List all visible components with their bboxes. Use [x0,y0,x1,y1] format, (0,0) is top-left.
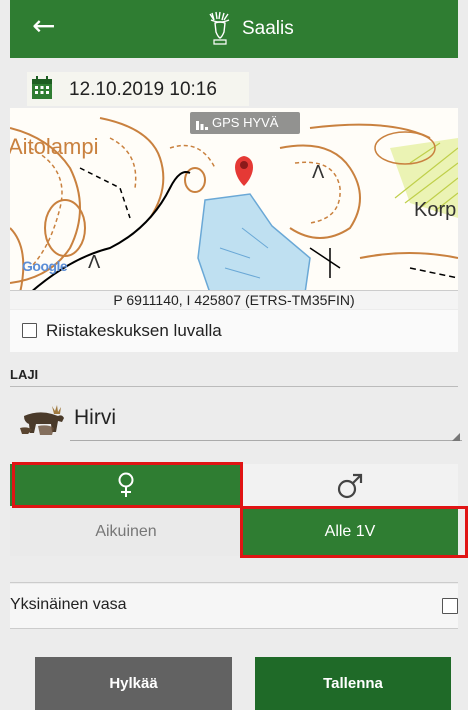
svg-text:Λ: Λ [88,252,101,273]
gender-male-button[interactable] [242,464,458,506]
male-symbol-icon [337,473,363,499]
coordinates-bar: P 6911140, I 425807 (ETRS-TM35FIN) [10,290,458,309]
species-underline [70,440,462,441]
map-place-label: Aitolampi [10,134,98,159]
signal-bars-icon [196,121,208,130]
svg-text:Λ: Λ [312,162,325,183]
app-header: ← Saalis [10,0,458,58]
save-button[interactable]: Tallenna [255,657,451,710]
solo-calf-row[interactable]: Yksinäinen vasa [10,584,458,628]
divider [10,628,458,629]
age-adult-label: Aikuinen [95,523,157,540]
reject-label: Hylkää [109,675,158,692]
arrow-left-icon[interactable]: ← [32,12,55,40]
reject-button[interactable]: Hylkää [35,657,232,710]
date-time-value: 12.10.2019 10:16 [69,79,217,100]
dropdown-triangle-icon [452,433,460,441]
moose-icon [20,405,64,435]
solo-calf-label: Yksinäinen vasa [10,596,127,613]
gps-status-badge: GPS HYVÄ [190,112,300,134]
highlight-box-young [240,506,468,558]
species-section-header: LAJI [10,364,458,387]
solo-calf-checkbox[interactable] [442,598,458,614]
location-pin-icon [235,156,253,186]
gps-status-text: GPS HYVÄ [212,115,279,130]
map-terrain: Aitolampi Korp Λ Λ [10,117,458,293]
species-select[interactable]: Hirvi [10,388,462,454]
age-adult-button[interactable]: Aikuinen [10,508,242,556]
page-title: Saalis [242,18,294,39]
location-map[interactable]: Aitolampi Korp Λ Λ GPS HYVÄ Google [10,108,458,293]
coordinates-text: P 6911140, I 425807 (ETRS-TM35FIN) [113,292,355,308]
moose-logo-icon [209,11,230,45]
permit-checkbox[interactable] [22,323,37,338]
highlight-box-female [12,462,243,508]
permit-label: Riistakeskuksen luvalla [46,321,222,340]
save-label: Tallenna [323,675,383,692]
species-section-label: LAJI [10,367,39,382]
calendar-icon [32,76,52,99]
species-selected-value: Hirvi [74,406,116,429]
map-place-label-right: Korp [414,199,456,221]
permit-row[interactable]: Riistakeskuksen luvalla [10,310,458,352]
map-attribution: Google [22,258,68,274]
date-time-field[interactable]: 12.10.2019 10:16 [27,72,249,106]
divider [10,582,458,583]
